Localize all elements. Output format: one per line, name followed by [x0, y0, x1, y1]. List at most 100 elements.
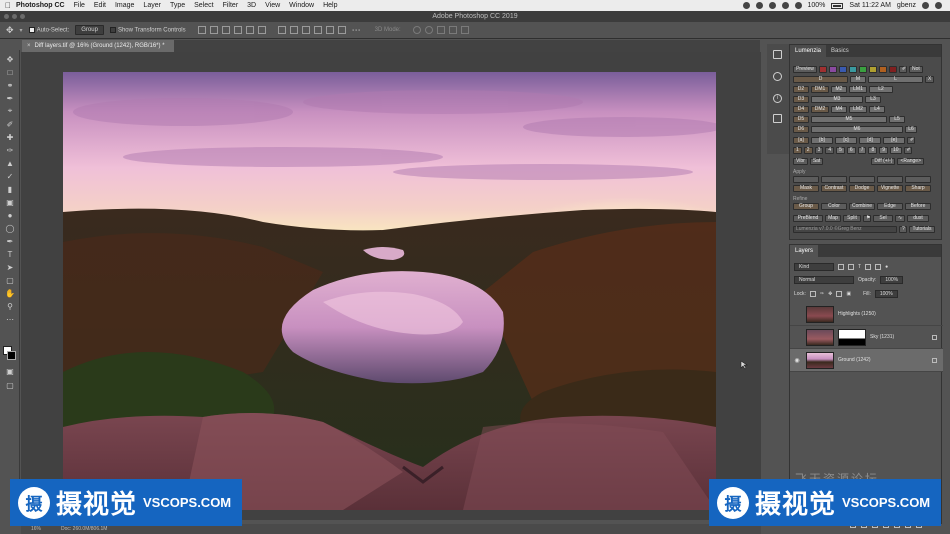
shape-tool-icon[interactable]: ▢: [5, 275, 15, 285]
swatch-dark-red[interactable]: [889, 66, 897, 73]
lum-button-d5[interactable]: D5: [793, 116, 809, 123]
distribute-middle-icon[interactable]: [289, 26, 298, 34]
zone-number-5[interactable]: 5: [836, 147, 845, 154]
layer-row-sky[interactable]: Sky (1231): [790, 326, 943, 349]
layer-thumbnail[interactable]: [806, 328, 834, 346]
layer-name[interactable]: Sky (1231): [870, 334, 894, 340]
layer-row-ground[interactable]: ◉ Ground (1242): [790, 349, 943, 372]
lum-button-m[interactable]: M: [850, 76, 866, 83]
minimize-button[interactable]: [12, 14, 17, 19]
app-menu[interactable]: Photoshop CC: [16, 2, 65, 9]
sel-button[interactable]: Sel: [873, 215, 893, 222]
zone-number-10[interactable]: 10: [890, 147, 902, 154]
lum-button-l4[interactable]: L4: [869, 106, 885, 113]
brush-tool-icon[interactable]: ✑: [5, 145, 15, 155]
opacity-input[interactable]: 100%: [880, 276, 904, 284]
document-canvas[interactable]: [63, 72, 716, 510]
apply-icon[interactable]: [793, 176, 819, 183]
search-icon[interactable]: [922, 2, 929, 9]
quick-mask-icon[interactable]: ▣: [5, 366, 15, 376]
combine-button[interactable]: Combine: [849, 203, 875, 210]
apply-icon[interactable]: [905, 176, 931, 183]
clone-stamp-tool-icon[interactable]: ▲: [5, 158, 15, 168]
status-icon[interactable]: [755, 2, 763, 9]
3d-drag-icon[interactable]: [436, 26, 445, 34]
zoom-level[interactable]: 16%: [31, 526, 41, 532]
zone-number-9[interactable]: 9: [879, 147, 889, 154]
type-tool-icon[interactable]: T: [5, 249, 15, 259]
apply-icon[interactable]: [877, 176, 903, 183]
lum-button-d3[interactable]: D3: [793, 96, 809, 103]
distribute-left-icon[interactable]: [313, 26, 322, 34]
filter-kind-dropdown[interactable]: Kind: [794, 263, 834, 271]
color-panel-icon[interactable]: [773, 72, 782, 81]
lock-artboard-icon[interactable]: [836, 291, 843, 297]
vibrance-button[interactable]: Vibr: [793, 158, 808, 165]
healing-brush-tool-icon[interactable]: ✚: [5, 132, 15, 142]
blend-mode-dropdown[interactable]: Normal: [794, 276, 854, 284]
split-button[interactable]: Split: [843, 215, 861, 222]
move-tool-icon[interactable]: ✥: [5, 54, 15, 64]
preview-dropdown[interactable]: Preview: [793, 66, 817, 73]
menu-3d[interactable]: 3D: [247, 2, 256, 9]
tool-preset-dropdown[interactable]: ▾: [20, 27, 23, 34]
group-button[interactable]: Group: [793, 203, 819, 210]
filter-pixel-icon[interactable]: [838, 264, 844, 270]
filter-shape-icon[interactable]: [865, 264, 872, 270]
eyedropper-icon[interactable]: ✐: [899, 66, 907, 73]
swatch-purple[interactable]: [829, 66, 837, 73]
distribute-top-icon[interactable]: [277, 26, 286, 34]
fill-input[interactable]: 100%: [874, 290, 898, 298]
zone-number-6[interactable]: 6: [846, 147, 856, 154]
auto-select-dropdown[interactable]: Group: [75, 25, 104, 35]
status-icon[interactable]: [781, 2, 789, 9]
filter-smart-object-icon[interactable]: [875, 264, 882, 270]
zone-number-3[interactable]: 3: [814, 147, 824, 154]
3d-roll-icon[interactable]: [424, 26, 433, 34]
zone-number-4[interactable]: 4: [825, 147, 835, 154]
swatch-blue[interactable]: [839, 66, 847, 73]
align-bottom-icon[interactable]: [221, 26, 230, 34]
transform-controls-checkbox[interactable]: Show Transform Controls: [109, 26, 186, 33]
lock-all-icon[interactable]: ▣: [846, 291, 851, 297]
screen-mode-icon[interactable]: ▢: [5, 380, 15, 390]
background-color-swatch[interactable]: [7, 351, 16, 360]
document-tab[interactable]: × Diff layers.tif @ 16% (Ground (1242), R…: [22, 40, 174, 52]
lum-button-dm2[interactable]: DM2: [811, 106, 829, 113]
menu-type[interactable]: Type: [170, 2, 185, 9]
diff-button[interactable]: Diff (+/-): [871, 158, 896, 165]
filter-toggle-icon[interactable]: ●: [885, 264, 888, 270]
quick-select-tool-icon[interactable]: ✒: [5, 93, 15, 103]
zone-button-c[interactable]: [c]: [835, 137, 857, 144]
zone-button-b[interactable]: [b]: [811, 137, 833, 144]
align-middle-icon[interactable]: [209, 26, 218, 34]
zone-button-e[interactable]: [e]: [883, 137, 905, 144]
flag-icon[interactable]: ⚑: [863, 215, 871, 222]
list-icon[interactable]: [935, 2, 942, 9]
apply-icon[interactable]: [849, 176, 875, 183]
crop-tool-icon[interactable]: ⌖: [5, 106, 15, 116]
pen-tool-icon[interactable]: ✒: [5, 236, 15, 246]
layer-mask-thumbnail[interactable]: [838, 328, 866, 346]
swatch-red[interactable]: [819, 66, 827, 73]
lum-button-d4[interactable]: D4: [793, 106, 809, 113]
auto-select-checkbox[interactable]: Auto-Select:: [28, 26, 69, 33]
before-button[interactable]: Before: [905, 203, 931, 210]
zoom-button[interactable]: [20, 14, 25, 19]
swatch-orange[interactable]: [879, 66, 887, 73]
filter-adjustment-icon[interactable]: [848, 264, 854, 270]
lum-button-lm2[interactable]: LM2: [849, 106, 867, 113]
3d-slide-icon[interactable]: [448, 26, 457, 34]
help-icon[interactable]: ?: [899, 226, 907, 233]
status-icon[interactable]: [768, 2, 776, 9]
preblend-button[interactable]: PreBlend: [793, 215, 823, 222]
layer-thumbnail[interactable]: [806, 351, 834, 369]
user-name[interactable]: gbenz: [897, 2, 916, 9]
align-left-icon[interactable]: [233, 26, 242, 34]
swatch-green[interactable]: [859, 66, 867, 73]
document-size[interactable]: Doc: 260.0M/806.1M: [61, 526, 107, 532]
lum-button-l6[interactable]: L6: [905, 126, 917, 133]
menu-layer[interactable]: Layer: [143, 2, 161, 9]
zone-number-2[interactable]: 2: [803, 147, 813, 154]
map-button[interactable]: Map: [825, 215, 841, 222]
